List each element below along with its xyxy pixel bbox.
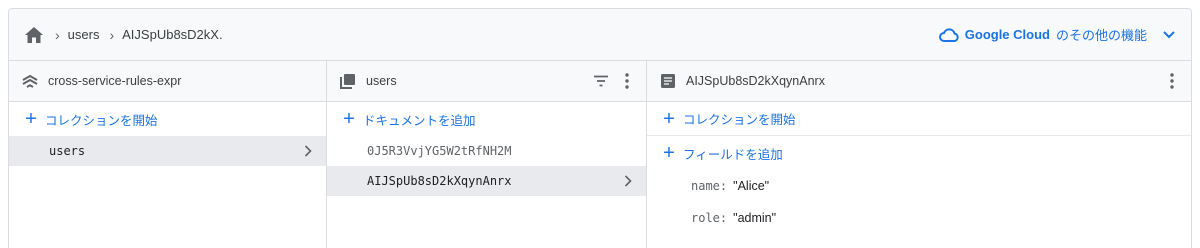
document-id: AIJSpUb8sD2kXqynAnrx <box>367 174 512 188</box>
start-collection-button[interactable]: + コレクションを開始 <box>9 102 326 136</box>
breadcrumb-item-document[interactable]: AIJSpUb8sD2kX. <box>122 27 222 42</box>
field-row-role[interactable]: role : "admin" <box>647 202 1191 234</box>
collection-column: users + ドキュメントを追加 0J5R3VvjYG5W2tRfNH2M A… <box>327 61 647 248</box>
document-title: AIJSpUb8sD2kXqynAnrx <box>686 74 825 88</box>
google-cloud-more-features-link[interactable]: Google Cloud のその他の機能 <box>938 25 1179 44</box>
project-title: cross-service-rules-expr <box>48 74 182 88</box>
breadcrumb-item-users[interactable]: users <box>68 27 100 42</box>
field-colon: : <box>719 211 728 225</box>
breadcrumb: › users › AIJSpUb8sD2kX. <box>23 24 223 46</box>
add-field-label: フィールドを追加 <box>683 147 783 162</box>
field-name: role <box>691 211 720 225</box>
plus-icon: + <box>25 108 37 130</box>
document-tools <box>1163 71 1181 91</box>
document-item-selected[interactable]: AIJSpUb8sD2kXqynAnrx <box>327 166 646 196</box>
document-item[interactable]: 0J5R3VvjYG5W2tRfNH2M <box>327 136 646 166</box>
chevron-right-icon <box>304 145 312 157</box>
collection-icon <box>339 72 357 90</box>
breadcrumb-separator: › <box>55 26 60 43</box>
field-row-name[interactable]: name : "Alice" <box>647 170 1191 202</box>
collection-column-header: users <box>327 61 646 102</box>
start-collection-label: コレクションを開始 <box>683 113 796 127</box>
cloud-icon <box>938 27 959 42</box>
collection-name: users <box>49 144 86 158</box>
breadcrumb-separator: › <box>109 26 115 43</box>
add-document-label: ドキュメントを追加 <box>363 113 476 128</box>
project-column: cross-service-rules-expr + コレクションを開始 use… <box>9 61 327 248</box>
more-vert-icon[interactable] <box>1163 71 1181 91</box>
plus-icon: + <box>663 107 675 130</box>
firestore-icon <box>21 72 39 90</box>
plus-icon: + <box>343 108 355 130</box>
chevron-down-icon[interactable] <box>1163 30 1175 39</box>
field-value: "admin" <box>733 211 777 225</box>
document-id: 0J5R3VvjYG5W2tRfNH2M <box>367 144 512 158</box>
field-colon: : <box>719 179 728 193</box>
collection-item-users[interactable]: users <box>9 136 326 166</box>
data-columns: cross-service-rules-expr + コレクションを開始 use… <box>9 61 1191 248</box>
collection-tools <box>592 71 636 91</box>
google-cloud-brand: Google Cloud <box>964 27 1050 42</box>
more-vert-icon[interactable] <box>618 71 636 91</box>
document-column: AIJSpUb8sD2kXqynAnrx + コレクションを開始 + フィールド… <box>647 61 1191 248</box>
start-subcollection-button[interactable]: + コレクションを開始 <box>647 102 1191 136</box>
more-features-text: のその他の機能 <box>1055 28 1147 43</box>
field-name: name <box>691 179 720 193</box>
project-column-header: cross-service-rules-expr <box>9 61 326 102</box>
firestore-data-viewer: › users › AIJSpUb8sD2kX. Google Cloud のそ… <box>8 8 1192 248</box>
add-document-button[interactable]: + ドキュメントを追加 <box>327 102 646 136</box>
document-column-header: AIJSpUb8sD2kXqynAnrx <box>647 61 1191 102</box>
document-icon <box>659 72 677 90</box>
breadcrumb-bar: › users › AIJSpUb8sD2kX. Google Cloud のそ… <box>9 9 1191 61</box>
collection-title: users <box>366 74 397 88</box>
filter-icon[interactable] <box>592 71 610 91</box>
home-icon[interactable] <box>23 24 45 46</box>
start-collection-label: コレクションを開始 <box>45 113 158 128</box>
chevron-right-icon <box>624 175 632 187</box>
field-value: "Alice" <box>733 179 770 193</box>
plus-icon: + <box>663 142 675 164</box>
add-field-button[interactable]: + フィールドを追加 <box>647 136 1191 170</box>
